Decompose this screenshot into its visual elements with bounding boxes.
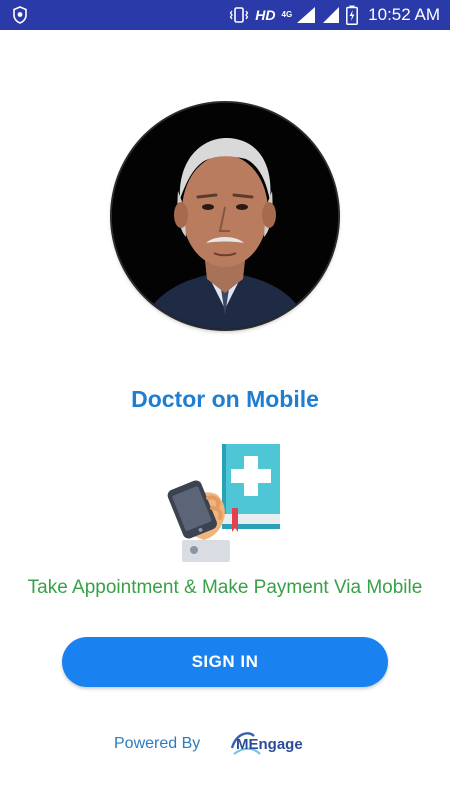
mobile-medical-icon [167, 444, 280, 562]
status-bar: HD 4G 10:52 AM [0, 0, 450, 30]
doctor-avatar [112, 103, 338, 329]
status-indicators: HD 4G 10:52 AM [229, 0, 440, 30]
status-time: 10:52 AM [368, 5, 440, 24]
vibrate-icon [229, 7, 249, 23]
brand-logo-text: MEngage [236, 736, 303, 753]
network-hd-label: HD [255, 7, 276, 23]
powered-by-label: Powered By [114, 735, 201, 752]
signin-button[interactable]: SIGN IN [62, 637, 388, 687]
mengage-logo: MEngage [230, 732, 303, 755]
tagline: Take Appointment & Make Payment Via Mobi… [27, 577, 423, 598]
signal-icon [297, 7, 316, 23]
app-title: Doctor on Mobile [131, 386, 319, 412]
battery-icon [346, 5, 359, 25]
network-type-label: 4G [281, 10, 293, 19]
signal-secondary-icon [323, 7, 340, 23]
shield-icon [13, 6, 27, 24]
